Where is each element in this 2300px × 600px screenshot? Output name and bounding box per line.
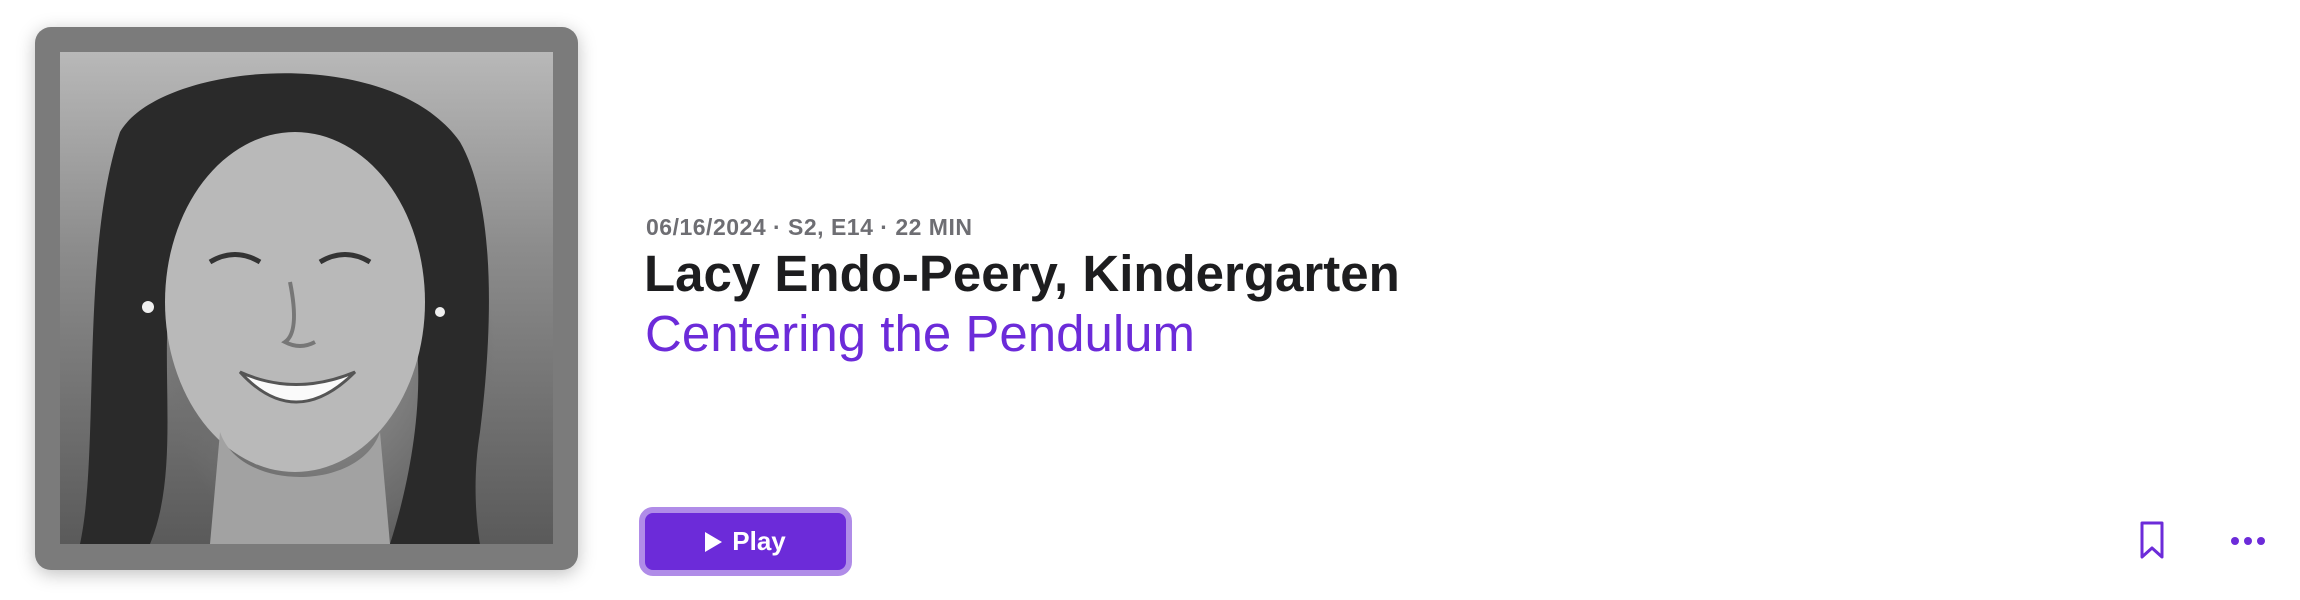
episode-card: 06/16/2024 · S2, E14 · 22 MIN Lacy Endo-… [0,0,2300,600]
episode-meta: 06/16/2024 · S2, E14 · 22 MIN [646,214,973,240]
play-button[interactable]: Play [639,507,852,576]
more-icon [2231,537,2265,545]
more-options-button[interactable] [2228,530,2268,552]
play-icon [705,531,723,552]
episode-subtitle[interactable]: Centering the Pendulum [645,304,1195,363]
play-button-label: Play [732,526,786,556]
episode-artwork[interactable] [35,27,578,570]
bookmark-button[interactable] [2136,519,2168,563]
guest-photo [60,52,553,544]
bookmark-icon [2140,521,2164,559]
episode-title: Lacy Endo-Peery, Kindergarten [644,245,1400,302]
